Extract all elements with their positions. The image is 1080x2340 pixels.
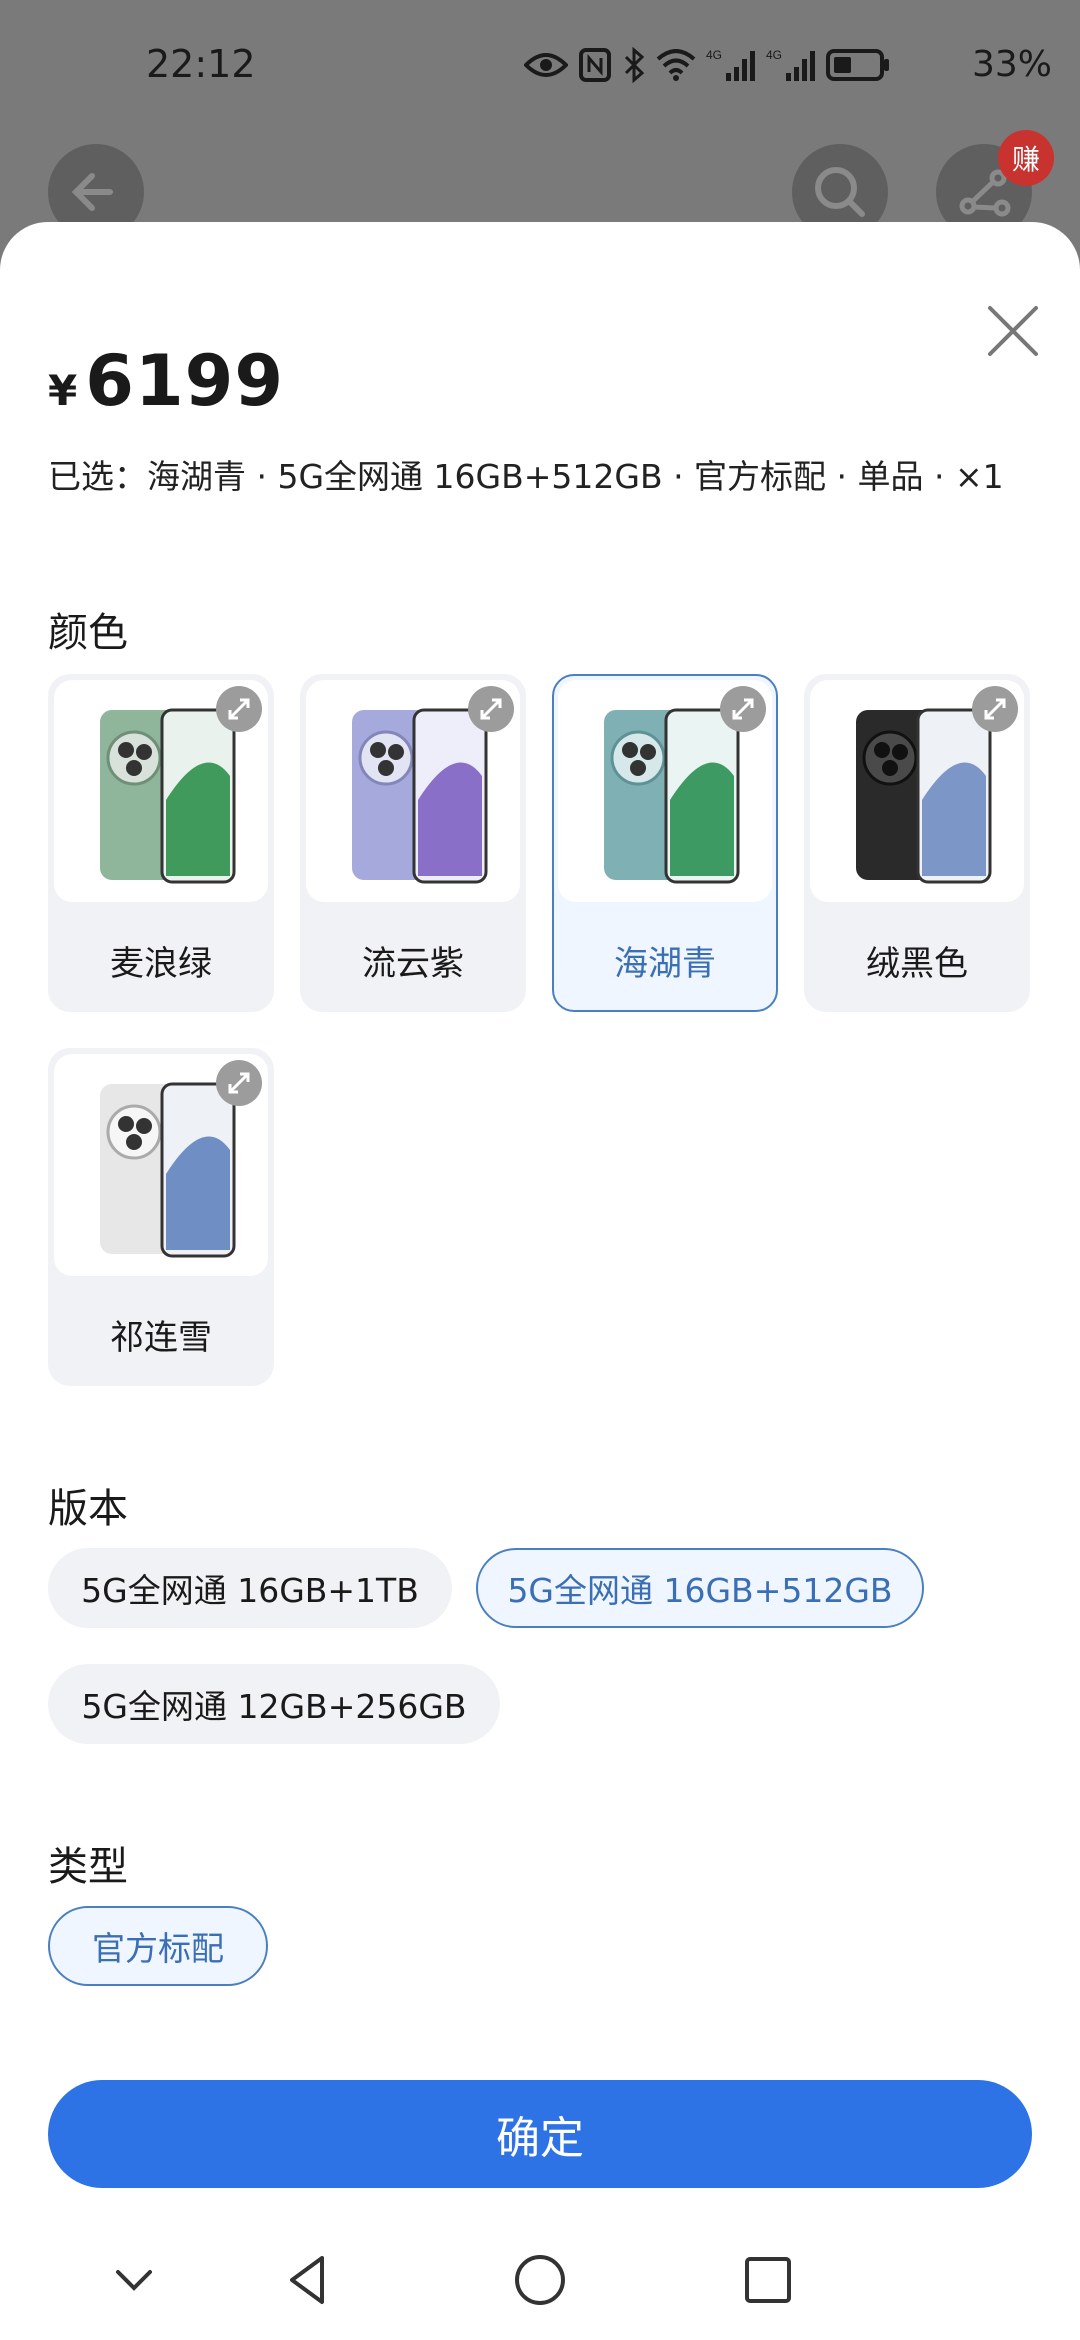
- expand-icon[interactable]: [972, 686, 1018, 732]
- color-option-card[interactable]: 流云紫: [300, 674, 526, 1012]
- color-option-label: 祁连雪: [110, 1318, 212, 1358]
- chevron-down-icon[interactable]: [104, 2250, 164, 2310]
- expand-icon[interactable]: [720, 686, 766, 732]
- confirm-button[interactable]: 确定: [48, 2080, 1032, 2188]
- svg-text:4G: 4G: [766, 48, 782, 62]
- battery-icon: [826, 49, 889, 81]
- section-title-color: 颜色: [48, 610, 128, 656]
- close-icon[interactable]: [984, 302, 1042, 360]
- nfc-icon: [579, 48, 611, 82]
- system-nav-bar: [0, 2220, 1080, 2340]
- selected-summary: 已选：海湖青 · 5G全网通 16GB+512GB · 官方标配 · 单品 · …: [48, 457, 1004, 496]
- color-option-card[interactable]: 祁连雪: [48, 1048, 274, 1386]
- battery-percent: 33%: [971, 44, 1052, 85]
- price: ¥ 6199: [48, 340, 284, 422]
- color-option-card[interactable]: 绒黑色: [804, 674, 1030, 1012]
- version-option-chip-selected[interactable]: 5G全网通 16GB+512GB: [476, 1548, 924, 1628]
- status-bar: 22:12 4G 4G 33%: [0, 0, 1080, 135]
- color-option-card-selected[interactable]: 海湖青: [552, 674, 778, 1012]
- svg-text:4G: 4G: [706, 48, 722, 62]
- section-title-version: 版本: [48, 1486, 128, 1532]
- version-option-chip[interactable]: 5G全网通 12GB+256GB: [48, 1664, 500, 1744]
- color-option-label: 流云紫: [362, 944, 464, 984]
- color-option-label: 麦浪绿: [110, 944, 212, 984]
- signal-4g-icon: 4G: [706, 48, 755, 81]
- price-amount: 6199: [85, 340, 285, 422]
- status-time: 22:12: [146, 42, 256, 86]
- wifi-icon: [656, 49, 696, 81]
- home-circle-icon[interactable]: [510, 2250, 570, 2310]
- eye-icon: [524, 53, 568, 77]
- type-option-chip-selected[interactable]: 官方标配: [48, 1906, 268, 1986]
- expand-icon[interactable]: [216, 1060, 262, 1106]
- section-title-type: 类型: [48, 1844, 128, 1890]
- expand-icon[interactable]: [216, 686, 262, 732]
- sku-selector-sheet: ¥ 6199 已选：海湖青 · 5G全网通 16GB+512GB · 官方标配 …: [0, 222, 1080, 2340]
- expand-icon[interactable]: [468, 686, 514, 732]
- status-icons: 4G 4G: [524, 40, 900, 90]
- color-option-label: 绒黑色: [866, 944, 968, 984]
- color-option-card[interactable]: 麦浪绿: [48, 674, 274, 1012]
- bluetooth-icon: [624, 47, 645, 83]
- version-option-chip[interactable]: 5G全网通 16GB+1TB: [48, 1548, 452, 1628]
- back-triangle-icon[interactable]: [278, 2250, 338, 2310]
- earn-badge[interactable]: 赚: [998, 130, 1054, 186]
- color-option-label: 海湖青: [614, 944, 716, 984]
- signal-4g-icon: 4G: [766, 48, 815, 81]
- recents-square-icon[interactable]: [738, 2250, 798, 2310]
- price-currency: ¥: [48, 366, 78, 415]
